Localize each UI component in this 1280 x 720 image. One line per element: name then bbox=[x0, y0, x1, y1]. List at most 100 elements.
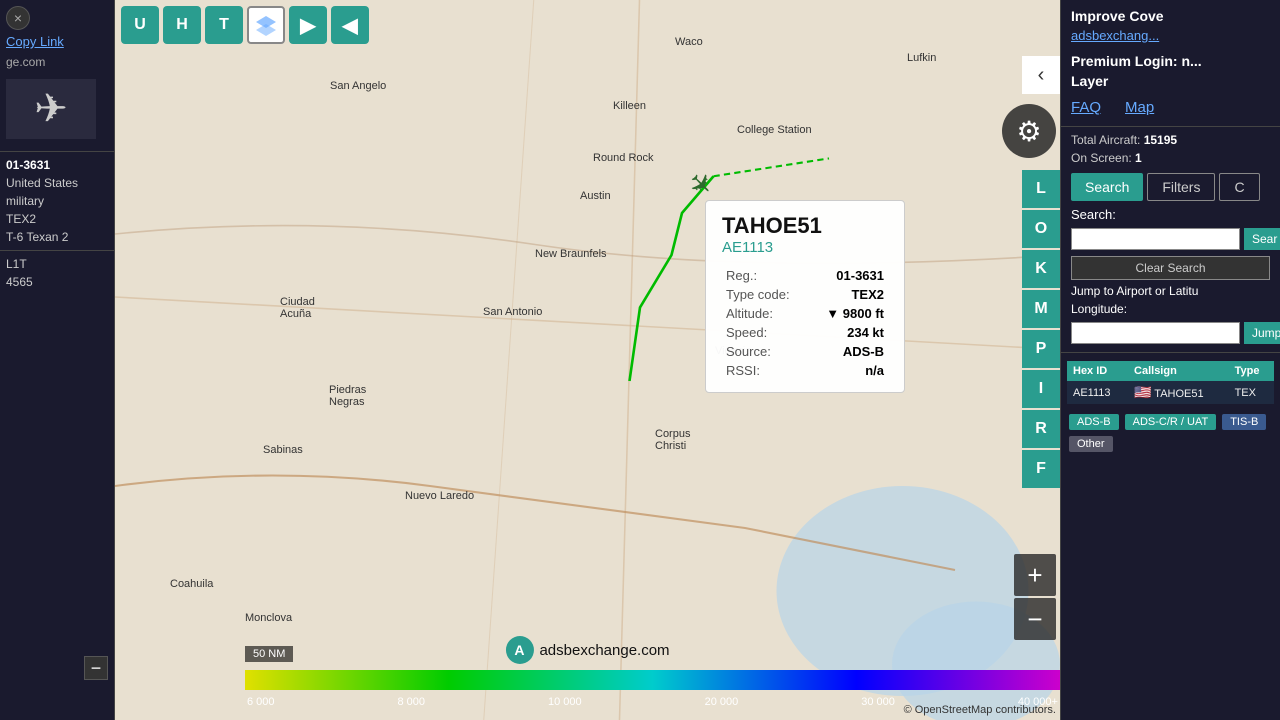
left-sidebar: × Copy Link ge.com ✈ 01-3631 United Stat… bbox=[0, 0, 115, 720]
cell-type: TEX bbox=[1229, 381, 1274, 404]
side-btn-o[interactable]: O bbox=[1022, 210, 1060, 248]
col-callsign[interactable]: Callsign bbox=[1128, 361, 1229, 381]
minus-button[interactable]: − bbox=[84, 656, 108, 680]
category: military bbox=[0, 192, 114, 210]
badge-adsc: ADS-C/R / UAT bbox=[1125, 414, 1217, 430]
zoom-buttons: + − bbox=[1014, 554, 1056, 640]
right-panel: Improve Cove adsbexchang... Premium Logi… bbox=[1060, 0, 1280, 720]
popup-speed-value: 234 kt bbox=[812, 323, 888, 342]
clear-search-button[interactable]: Clear Search bbox=[1071, 256, 1270, 280]
search-input-row: Sear bbox=[1061, 224, 1280, 254]
popup-reg-value: 01-3631 bbox=[812, 266, 888, 285]
aircraft-image: ✈ bbox=[6, 79, 96, 139]
popup-table: Reg.: 01-3631 Type code: TEX2 Altitude: … bbox=[722, 266, 888, 380]
country: United States bbox=[0, 174, 114, 192]
settings-gear-button[interactable]: ⚙ bbox=[1002, 104, 1056, 158]
rp-divider2 bbox=[1061, 352, 1280, 353]
popup-type-value: TEX2 bbox=[812, 285, 888, 304]
popup-rssi-value: n/a bbox=[812, 361, 888, 380]
jump-label: Jump to Airport or Latitu bbox=[1061, 282, 1280, 300]
popup-alt-label: Altitude: bbox=[722, 304, 812, 323]
jump-button[interactable]: Jump bbox=[1244, 322, 1280, 344]
improve-coverage-link[interactable]: Improve Cove bbox=[1061, 0, 1280, 28]
label-30000: 30 000 bbox=[861, 696, 895, 708]
search-input[interactable] bbox=[1071, 228, 1240, 250]
col-hex-id[interactable]: Hex ID bbox=[1067, 361, 1128, 381]
label-10000: 10 000 bbox=[548, 696, 582, 708]
jump-input-row: Jump bbox=[1061, 318, 1280, 348]
popup-reg-label: Reg.: bbox=[722, 266, 812, 285]
side-btn-f[interactable]: F bbox=[1022, 450, 1060, 488]
color-bar-labels: 6 000 8 000 10 000 20 000 30 000 40 000+ bbox=[245, 696, 1060, 708]
side-btn-m[interactable]: M bbox=[1022, 290, 1060, 328]
search-tab[interactable]: Search bbox=[1071, 173, 1143, 201]
popup-type-label: Type code: bbox=[722, 285, 812, 304]
side-btn-l[interactable]: L bbox=[1022, 170, 1060, 208]
scale-bar: 50 NM bbox=[245, 646, 293, 662]
popup-alt-value: ▼ 9800 ft bbox=[812, 304, 888, 323]
tab-row: Search Filters C bbox=[1061, 167, 1280, 205]
side-btn-p[interactable]: P bbox=[1022, 330, 1060, 368]
popup-rssi-label: RSSI: bbox=[722, 361, 812, 380]
rp-divider1 bbox=[1061, 126, 1280, 127]
faq-link[interactable]: FAQ bbox=[1071, 99, 1101, 116]
popup-callsign: TAHOE51 bbox=[722, 213, 888, 239]
map-toolbar: U H T ▶ ◀ bbox=[121, 6, 369, 44]
col-type[interactable]: Type bbox=[1229, 361, 1274, 381]
layers-button[interactable] bbox=[247, 6, 285, 44]
zoom-out-button[interactable]: − bbox=[1014, 598, 1056, 640]
color-bar bbox=[245, 670, 1060, 690]
divider2 bbox=[0, 250, 114, 251]
type-code: TEX2 bbox=[0, 210, 114, 228]
zoom-in-button[interactable]: + bbox=[1014, 554, 1056, 596]
premium-login-link[interactable]: Premium Login: n... bbox=[1061, 49, 1280, 73]
other-tab[interactable]: C bbox=[1219, 173, 1259, 201]
reg-number: 01-3631 bbox=[0, 156, 114, 174]
map-link[interactable]: Map bbox=[1125, 99, 1154, 116]
aircraft-table: Hex ID Callsign Type AE1113 🇺🇸 TAHOE51 T… bbox=[1067, 361, 1274, 404]
adsbx-logo: A bbox=[505, 636, 533, 664]
adsbx-domain-link[interactable]: adsbexchang... bbox=[1061, 28, 1280, 49]
side-btn-k[interactable]: K bbox=[1022, 250, 1060, 288]
on-screen-row: On Screen: 1 bbox=[1061, 149, 1280, 167]
next-button[interactable]: ▶ bbox=[289, 6, 327, 44]
filters-tab[interactable]: Filters bbox=[1147, 173, 1215, 201]
badge-adsb: ADS-B bbox=[1069, 414, 1119, 430]
map-canvas bbox=[115, 0, 1060, 720]
layer-link[interactable]: Layer bbox=[1061, 73, 1280, 95]
longitude-label: Longitude: bbox=[1061, 300, 1280, 318]
search-button[interactable]: Sear bbox=[1244, 228, 1280, 250]
jump-input[interactable] bbox=[1071, 322, 1240, 344]
badge-tisb: TIS-B bbox=[1222, 414, 1266, 430]
label-20000: 20 000 bbox=[705, 696, 739, 708]
source-row: ADS-B ADS-C/R / UAT TIS-B Other bbox=[1061, 408, 1280, 458]
back-arrow-button[interactable]: ‹ bbox=[1022, 56, 1060, 94]
altitude-left: 4565 bbox=[0, 273, 114, 291]
aircraft-popup: TAHOE51 AE1113 Reg.: 01-3631 Type code: … bbox=[705, 200, 905, 393]
cell-callsign: 🇺🇸 TAHOE51 bbox=[1128, 381, 1229, 404]
search-label: Search: bbox=[1061, 205, 1280, 224]
t-button[interactable]: T bbox=[205, 6, 243, 44]
domain-text: ge.com bbox=[0, 53, 114, 71]
faq-map-row: FAQ Map bbox=[1061, 95, 1280, 122]
divider bbox=[0, 151, 114, 152]
h-button[interactable]: H bbox=[163, 6, 201, 44]
table-row[interactable]: AE1113 🇺🇸 TAHOE51 TEX bbox=[1067, 381, 1274, 404]
aircraft-silhouette-icon: ✈ bbox=[34, 86, 68, 132]
adsbx-label: A adsbexchange.com bbox=[505, 636, 669, 664]
map-area[interactable]: Waco San Angelo Killeen Round Rock Colle… bbox=[115, 0, 1060, 720]
u-button[interactable]: U bbox=[121, 6, 159, 44]
close-button[interactable]: × bbox=[6, 6, 30, 30]
prev-button[interactable]: ◀ bbox=[331, 6, 369, 44]
label-40000: 40 000+ bbox=[1018, 696, 1058, 708]
side-btn-i[interactable]: I bbox=[1022, 370, 1060, 408]
squawk: L1T bbox=[0, 255, 114, 273]
adsbx-domain: adsbexchange.com bbox=[539, 642, 669, 659]
popup-source-value: ADS-B bbox=[812, 342, 888, 361]
aircraft-name: T-6 Texan 2 bbox=[0, 228, 114, 246]
side-buttons: L O K M P I R F bbox=[1022, 170, 1060, 488]
copy-link[interactable]: Copy Link bbox=[0, 30, 114, 53]
popup-source-label: Source: bbox=[722, 342, 812, 361]
side-btn-r[interactable]: R bbox=[1022, 410, 1060, 448]
total-aircraft-row: Total Aircraft: 15195 bbox=[1061, 131, 1280, 149]
